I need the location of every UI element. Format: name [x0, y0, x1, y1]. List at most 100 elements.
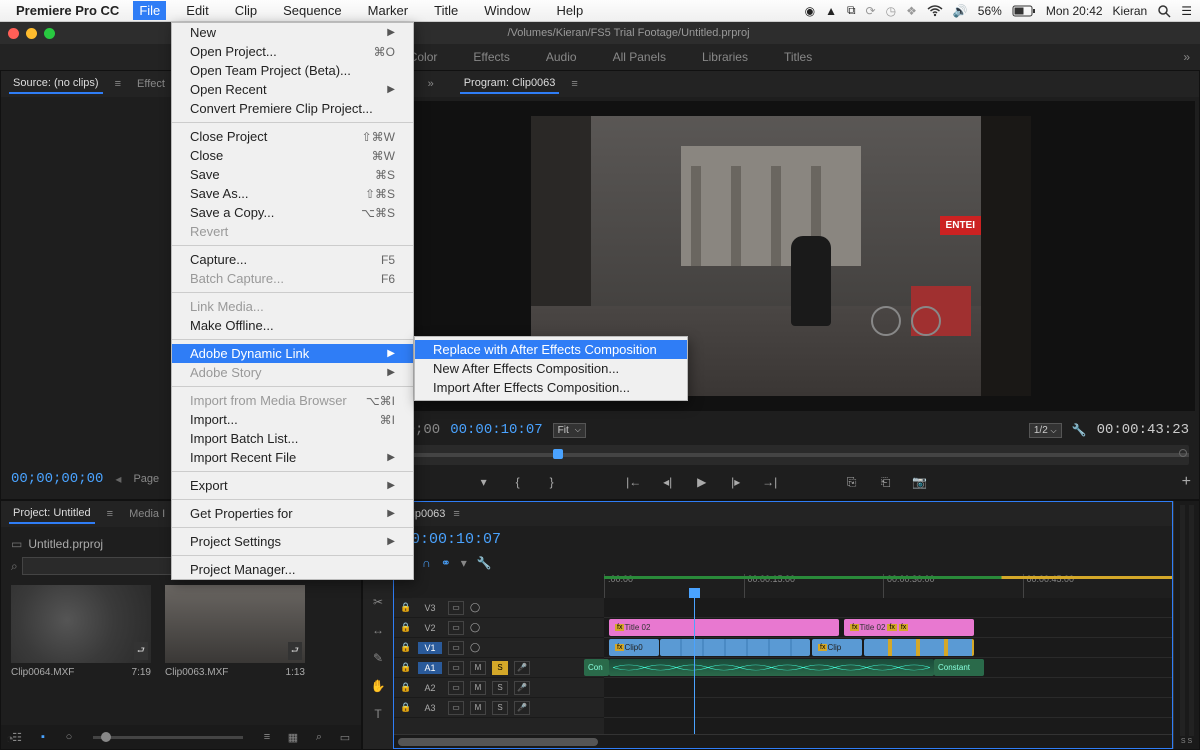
goto-in-icon[interactable]: |← [626, 475, 642, 489]
tab-media[interactable]: Media I [125, 505, 169, 523]
hand-tool-icon[interactable]: ✋ [369, 677, 387, 695]
zoom-slider[interactable] [93, 736, 243, 739]
solo-button[interactable]: S [492, 661, 508, 675]
eye-icon[interactable]: ▭ [448, 621, 464, 635]
eye-icon[interactable]: ▭ [448, 701, 464, 715]
goto-out-icon[interactable]: →| [762, 475, 778, 489]
freeform-icon[interactable]: ○ [61, 729, 77, 745]
menu-item-revert[interactable]: Revert [172, 222, 413, 241]
sync-lock-icon[interactable]: ◯ [470, 642, 480, 653]
menu-item-batch-capture[interactable]: Batch Capture...F6 [172, 269, 413, 288]
mic-icon[interactable]: 🎤 [514, 661, 530, 675]
playhead[interactable] [694, 598, 695, 734]
menu-edit[interactable]: Edit [180, 1, 214, 20]
minimize-button[interactable] [26, 28, 37, 39]
timeline-scrollbar[interactable] [394, 734, 1172, 748]
sync-lock-icon[interactable]: ◯ [470, 602, 480, 613]
extract-icon[interactable]: ⎗ [878, 475, 894, 490]
submenu-item-replace-with-after-effects-composition[interactable]: Replace with After Effects Composition [415, 340, 687, 359]
menu-item-export[interactable]: Export▶ [172, 476, 413, 495]
screen-icon[interactable]: ⧉ [847, 3, 856, 18]
menu-item-close[interactable]: Close⌘W [172, 146, 413, 165]
menu-window[interactable]: Window [478, 1, 536, 20]
ws-audio[interactable]: Audio [538, 46, 585, 68]
clip-video-cuts[interactable] [660, 639, 810, 656]
clip-video2[interactable]: fx Clip [812, 639, 862, 656]
track-header-a3[interactable]: 🔒A3▭MS🎤 [394, 698, 604, 718]
menu-help[interactable]: Help [550, 1, 589, 20]
play-icon[interactable]: ▶ [694, 475, 710, 489]
audio-meters[interactable]: S S [1173, 501, 1199, 749]
program-menu-icon[interactable]: ≡ [571, 78, 577, 90]
clip-thumb-0[interactable]: ⮐ Clip0064.MXF7:19 [11, 585, 151, 682]
tab-source[interactable]: Source: (no clips) [9, 74, 103, 94]
triangle-icon[interactable]: ▲ [825, 4, 837, 18]
submenu-item-new-after-effects-composition[interactable]: New After Effects Composition... [415, 359, 687, 378]
menu-item-import-batch-list[interactable]: Import Batch List... [172, 429, 413, 448]
menu-item-close-project[interactable]: Close Project⇧⌘W [172, 127, 413, 146]
menu-item-link-media[interactable]: Link Media... [172, 297, 413, 316]
new-bin-icon[interactable]: ▭ [337, 729, 353, 745]
slip-tool-icon[interactable]: ↔ [369, 621, 387, 639]
mic-icon[interactable]: 🎤 [514, 681, 530, 695]
ws-effects[interactable]: Effects [465, 46, 517, 68]
menu-icon[interactable]: ☰ [1181, 4, 1192, 18]
eye-icon[interactable]: ▭ [448, 681, 464, 695]
volume-icon[interactable]: 🔊 [953, 4, 968, 18]
eye-icon[interactable]: ▭ [448, 641, 464, 655]
clip-thumb-1[interactable]: ⮐ Clip0063.MXF1:13 [165, 585, 305, 682]
add-button-icon[interactable]: + [1182, 473, 1191, 491]
close-button[interactable] [8, 28, 19, 39]
clip-title2[interactable]: fx Title 02 fx fx [844, 619, 974, 636]
battery-icon[interactable] [1012, 5, 1036, 17]
maximize-button[interactable] [44, 28, 55, 39]
wrench-icon[interactable]: 🔧 [1072, 423, 1087, 437]
find-icon[interactable]: ⌕ [311, 729, 327, 745]
submenu-item-import-after-effects-composition[interactable]: Import After Effects Composition... [415, 378, 687, 397]
program-scrubber[interactable] [373, 445, 1189, 465]
menu-item-save-as[interactable]: Save As...⇧⌘S [172, 184, 413, 203]
spotlight-icon[interactable] [1157, 4, 1171, 18]
lock-icon[interactable]: 🔒 [400, 642, 412, 653]
timeline-menu-icon[interactable]: ≡ [453, 508, 459, 520]
menu-item-adobe-dynamic-link[interactable]: Adobe Dynamic Link▶ [172, 344, 413, 363]
ws-allpanels[interactable]: All Panels [605, 46, 674, 68]
clock[interactable]: Mon 20:42 [1046, 4, 1103, 18]
lane-v3[interactable] [604, 598, 1172, 618]
step-back-icon[interactable]: ◂| [660, 475, 676, 489]
menu-item-convert-premiere-clip-project[interactable]: Convert Premiere Clip Project... [172, 99, 413, 118]
program-tc-current[interactable]: 00:00:10:07 [450, 422, 542, 438]
solo-button[interactable]: S [492, 701, 508, 715]
lane-a2[interactable] [604, 678, 1172, 698]
sync-icon[interactable]: ⟳ [866, 4, 876, 18]
menu-sequence[interactable]: Sequence [277, 1, 348, 20]
clip-audio-out[interactable]: Constant [934, 659, 984, 676]
playhead-handle-icon[interactable] [689, 588, 700, 598]
track-header-v2[interactable]: 🔒V2▭◯ [394, 618, 604, 638]
menu-item-import[interactable]: Import...⌘I [172, 410, 413, 429]
lock-icon[interactable]: 🔒 [400, 682, 412, 693]
menu-item-adobe-story[interactable]: Adobe Story▶ [172, 363, 413, 382]
menu-item-capture[interactable]: Capture...F5 [172, 250, 413, 269]
in-icon[interactable]: { [510, 475, 526, 489]
settings-wrench-icon[interactable]: 🔧 [477, 556, 492, 570]
menu-item-get-properties-for[interactable]: Get Properties for▶ [172, 504, 413, 523]
mute-button[interactable]: M [470, 681, 486, 695]
menu-clip[interactable]: Clip [229, 1, 263, 20]
menu-item-open-recent[interactable]: Open Recent▶ [172, 80, 413, 99]
step-fwd-icon[interactable]: |▸ [728, 475, 744, 489]
menu-item-new[interactable]: New▶ [172, 23, 413, 42]
type-tool-icon[interactable]: T [369, 705, 387, 723]
fit-select[interactable]: Fit⌵ [553, 423, 586, 438]
user[interactable]: Kieran [1113, 4, 1148, 18]
lock-icon[interactable]: 🔒 [400, 622, 412, 633]
dropbox-icon[interactable]: ❖ [906, 4, 917, 18]
menu-marker[interactable]: Marker [362, 1, 414, 20]
lane-v2[interactable]: fx Title 02 fx Title 02 fx fx [604, 618, 1172, 638]
lift-icon[interactable]: ⎘ [844, 475, 860, 490]
scale-select[interactable]: 1/2 ⌵ [1029, 423, 1062, 438]
lock-icon[interactable]: 🔒 [400, 662, 412, 673]
menu-item-import-recent-file[interactable]: Import Recent File▶ [172, 448, 413, 467]
link-icon[interactable]: ⚭ [441, 556, 451, 570]
ws-libraries[interactable]: Libraries [694, 46, 756, 68]
